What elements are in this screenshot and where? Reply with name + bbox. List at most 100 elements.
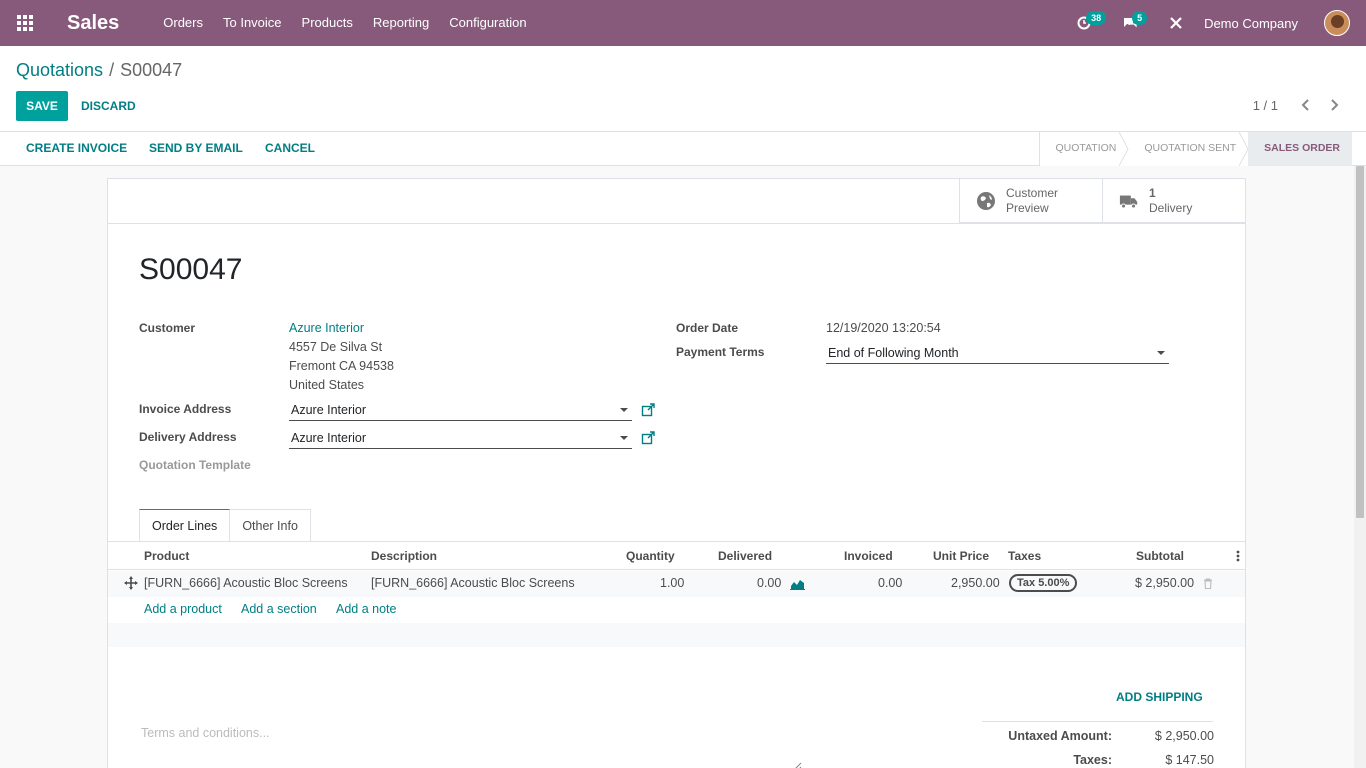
customer-preview-line1: Customer [1006,185,1059,200]
customer-address-line: 4557 De Silva St [289,340,383,354]
breadcrumb: Quotations / S00047 [16,60,182,81]
form-sheet: Customer Preview 1 Delivery S00047 Custome… [107,178,1246,768]
resize-handle-icon[interactable] [792,761,802,768]
menu-to-invoice[interactable]: To Invoice [213,0,292,46]
dropdown-caret-icon [620,408,628,412]
activity-count-badge: 38 [1086,11,1107,25]
breadcrumb-quotations[interactable]: Quotations [16,60,103,80]
debug-tools-button[interactable] [1162,0,1190,46]
payment-terms-select[interactable]: End of Following Month [826,344,1169,364]
quotation-template-label: Quotation Template [139,458,251,472]
smart-button-box: Customer Preview 1 Delivery [959,179,1245,223]
add-section-link[interactable]: Add a section [241,602,317,616]
column-delivered[interactable]: Delivered [718,549,772,563]
breadcrumb-current: S00047 [120,60,183,80]
top-navbar: Sales Orders To Invoice Products Reporti… [0,0,1366,46]
column-quantity[interactable]: Quantity [626,549,675,563]
column-subtotal[interactable]: Subtotal [1136,549,1184,563]
discard-button[interactable]: DISCARD [81,91,136,121]
tools-icon [1170,17,1182,29]
cell-invoiced: 0.00 [878,576,903,590]
customer-preview-line2: Preview [1006,200,1049,215]
truck-icon [1119,191,1139,211]
menu-orders[interactable]: Orders [153,0,213,46]
cell-description[interactable]: [FURN_6666] Acoustic Bloc Screens [371,576,575,590]
cell-unit-price[interactable]: 2,950.00 [951,576,1000,590]
trash-icon[interactable] [1203,578,1213,589]
customer-link[interactable]: Azure Interior [289,321,364,335]
chevron-left-icon [1301,99,1309,111]
customer-preview-button[interactable]: Customer Preview [959,179,1102,223]
company-switcher[interactable]: Demo Company [1204,16,1298,31]
add-product-link[interactable]: Add a product [144,602,222,616]
messages-button[interactable]: 5 [1116,0,1148,46]
external-link-icon[interactable] [641,431,655,445]
control-panel: Quotations / S00047 SAVE DISCARD 1 / 1 [0,46,1366,132]
forecast-chart-icon[interactable] [790,577,805,590]
column-options-icon[interactable] [1236,550,1240,562]
customer-label: Customer [139,321,196,335]
column-invoiced[interactable]: Invoiced [844,549,893,563]
stage-quotation-sent[interactable]: QUOTATION SENT [1128,132,1249,166]
activity-button[interactable]: 38 [1070,0,1107,46]
add-shipping-button[interactable]: ADD SHIPPING [1116,690,1203,704]
invoice-address-select[interactable]: Azure Interior [289,401,632,421]
tab-other-info[interactable]: Other Info [230,509,311,542]
external-link-icon[interactable] [641,403,655,417]
stage-quotation[interactable]: QUOTATION [1039,132,1129,166]
save-button[interactable]: SAVE [16,91,68,121]
pager-previous-button[interactable] [1298,96,1314,114]
drag-handle-icon[interactable] [124,576,138,590]
vertical-scrollbar[interactable] [1354,166,1366,768]
dropdown-caret-icon [620,436,628,440]
cell-quantity[interactable]: 1.00 [660,576,684,590]
apps-menu-icon[interactable] [0,0,50,46]
stage-sales-order[interactable]: SALES ORDER [1248,132,1352,166]
user-avatar[interactable] [1324,10,1350,36]
dropdown-caret-icon [1157,351,1165,355]
cell-product[interactable]: [FURN_6666] Acoustic Bloc Screens [144,576,348,590]
payment-terms-value: End of Following Month [828,346,959,360]
app-brand[interactable]: Sales [67,12,119,35]
stage-arrow [1119,132,1129,166]
status-bar: CREATE INVOICE SEND BY EMAIL CANCEL QUOT… [0,132,1366,166]
menu-products[interactable]: Products [292,0,363,46]
delivery-address-select[interactable]: Azure Interior [289,429,632,449]
terms-conditions-input[interactable]: Terms and conditions... [141,726,270,740]
taxes-label: Taxes: [1073,753,1112,767]
record-title: S00047 [139,253,243,286]
customer-address-line: Fremont CA 94538 [289,359,394,373]
empty-row [108,623,1245,647]
payment-terms-label: Payment Terms [676,345,765,359]
send-by-email-button[interactable]: SEND BY EMAIL [149,132,243,166]
delivery-count: 1 [1149,185,1156,200]
button-box-divider [108,223,1245,224]
untaxed-amount-label: Untaxed Amount: [1008,729,1112,743]
tab-order-lines[interactable]: Order Lines [139,509,231,542]
table-row[interactable]: [FURN_6666] Acoustic Bloc Screens [FURN_… [108,571,1245,597]
totals-divider [982,721,1213,722]
untaxed-amount-value: $ 2,950.00 [1154,729,1214,743]
tax-tag[interactable]: Tax 5.00% [1009,574,1078,592]
column-description[interactable]: Description [371,549,437,563]
chevron-right-icon [1331,99,1339,111]
cancel-order-button[interactable]: CANCEL [265,132,315,166]
column-product[interactable]: Product [144,549,189,563]
pager-value[interactable]: 1 / 1 [1253,98,1278,113]
pager-next-button[interactable] [1326,96,1342,114]
column-taxes[interactable]: Taxes [1008,549,1041,563]
delivery-address-value: Azure Interior [291,431,367,445]
delivery-smart-button[interactable]: 1 Delivery [1102,179,1245,223]
taxes-value: $ 147.50 [1165,753,1214,767]
add-note-link[interactable]: Add a note [336,602,396,616]
order-date-label: Order Date [676,321,739,335]
menu-configuration[interactable]: Configuration [439,0,536,46]
scrollbar-thumb[interactable] [1356,166,1364,518]
order-lines-header: Product Description Quantity Delivered I… [108,542,1245,570]
scrollbar-top [1354,132,1366,166]
create-invoice-button[interactable]: CREATE INVOICE [26,132,127,166]
column-unit-price[interactable]: Unit Price [933,549,989,563]
menu-reporting[interactable]: Reporting [363,0,439,46]
invoice-address-value: Azure Interior [291,403,367,417]
customer-address-line: United States [289,378,365,392]
